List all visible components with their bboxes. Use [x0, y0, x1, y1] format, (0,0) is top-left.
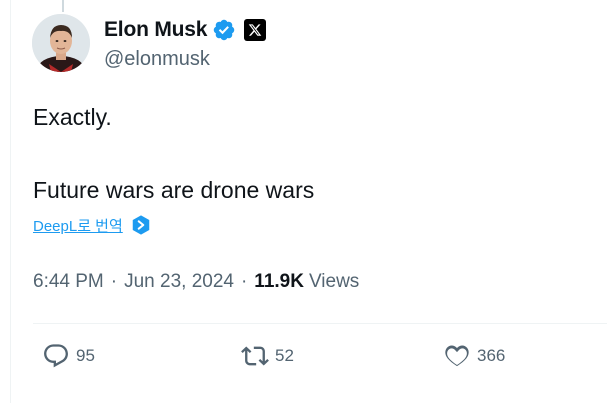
- meta-separator: ·: [110, 271, 118, 292]
- tweet-text-line-2: Future wars are drone wars: [33, 177, 315, 203]
- reply-button[interactable]: 95: [42, 342, 95, 370]
- thread-connector-line: [62, 0, 64, 12]
- author-name-row: Elon Musk: [104, 15, 267, 45]
- tweet-date[interactable]: Jun 23, 2024: [124, 271, 234, 293]
- views-count[interactable]: 11.9K: [254, 271, 304, 293]
- meta-separator: ·: [240, 271, 248, 292]
- tweet-header: Elon Musk @elonmusk: [32, 14, 267, 72]
- avatar-image: [32, 14, 90, 72]
- tweet-text-line-1: Exactly.: [33, 104, 112, 130]
- deepl-icon[interactable]: [130, 214, 152, 236]
- retweet-count: 52: [275, 346, 294, 365]
- tweet-meta: 6:44 PM · Jun 23, 2024 · 11.9K Views: [33, 271, 359, 293]
- heart-icon: [445, 345, 469, 367]
- x-logo-glyph: [248, 24, 262, 36]
- translate-row: DeepL로 번역: [33, 214, 152, 236]
- author-names: Elon Musk @elonmusk: [104, 15, 267, 71]
- retweet-icon: [241, 346, 269, 366]
- avatar[interactable]: [32, 14, 90, 72]
- like-button[interactable]: 366: [443, 342, 505, 370]
- tweet-time[interactable]: 6:44 PM: [33, 271, 104, 293]
- author-name[interactable]: Elon Musk: [104, 18, 207, 42]
- retweet-button[interactable]: 52: [241, 342, 294, 370]
- x-logo-icon[interactable]: [244, 19, 267, 41]
- translate-link[interactable]: DeepL로 번역: [33, 215, 123, 236]
- verified-badge-icon[interactable]: [212, 18, 236, 42]
- views-label[interactable]: Views: [309, 271, 359, 293]
- like-count: 366: [477, 346, 506, 365]
- author-handle[interactable]: @elonmusk: [104, 48, 266, 71]
- reply-count: 95: [76, 346, 95, 365]
- reply-icon: [44, 344, 68, 368]
- divider: [33, 323, 607, 324]
- action-bar: 95 52 366: [0, 342, 607, 376]
